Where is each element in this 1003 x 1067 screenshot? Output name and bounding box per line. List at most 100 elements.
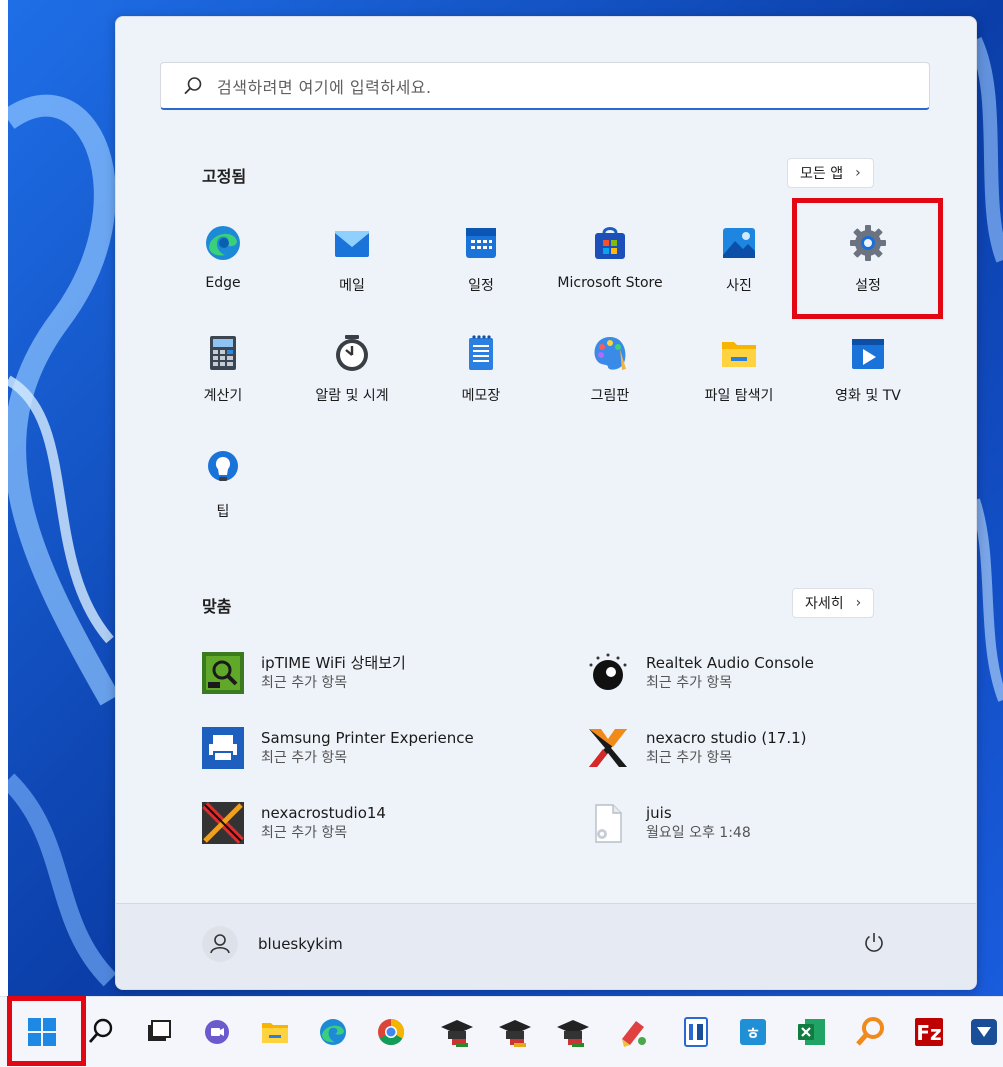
doc-app-icon[interactable]: [677, 1013, 715, 1051]
pinned-app-tips[interactable]: 팁: [159, 443, 287, 531]
chevron-right-icon: ›: [855, 165, 861, 181]
app-icon[interactable]: [965, 1013, 1003, 1051]
start-button-highlight-box: [7, 996, 86, 1066]
pinned-app-calculator[interactable]: 계산기: [159, 327, 287, 415]
recommended-item-sub: 월요일 오후 1:48: [646, 825, 751, 841]
paint-icon: [590, 333, 630, 373]
notepad-icon: [461, 333, 501, 373]
pinned-app-calendar[interactable]: 일정: [417, 217, 545, 305]
recommended-item-sub: 최근 추가 항목: [261, 750, 348, 766]
paint-tool-icon[interactable]: [614, 1013, 652, 1051]
recommended-item-name: nexacro studio (17.1): [646, 729, 807, 747]
tips-icon: [203, 449, 243, 489]
calendar-icon: [461, 223, 501, 263]
start-menu: 검색하려면 여기에 입력하세요. 고정됨 모든 앱 › Edge 메일 일정 M…: [115, 16, 977, 990]
svg-text:Fz: Fz: [916, 1021, 941, 1045]
user-name: blueskykim: [258, 935, 343, 953]
pinned-app-notepad[interactable]: 메모장: [417, 327, 545, 415]
start-footer: blueskykim: [116, 903, 976, 989]
app-label: 팁: [216, 504, 230, 520]
file-document-icon: [587, 802, 629, 844]
pinned-app-mail[interactable]: 메일: [288, 217, 416, 305]
printer-icon: [202, 727, 244, 769]
pinned-section-title: 고정됨: [202, 167, 247, 186]
pinned-app-edge[interactable]: Edge: [159, 217, 287, 305]
settings-highlight-box: [792, 198, 943, 319]
recommended-item-iptime[interactable]: ipTIME WiFi 상태보기 최근 추가 항목: [202, 649, 582, 697]
recommended-item-name: Samsung Printer Experience: [261, 729, 474, 747]
svg-text:ㅎ: ㅎ: [746, 1024, 761, 1043]
nexacro-icon: [587, 727, 629, 769]
recommended-item-sub: 최근 추가 항목: [261, 825, 348, 841]
graduation-app-icon[interactable]: [554, 1013, 592, 1051]
recommended-item-name: nexacrostudio14: [261, 804, 386, 822]
all-apps-label: 모든 앱: [800, 166, 844, 182]
recommended-item-sub: 최근 추가 항목: [646, 750, 733, 766]
app-label: 메일: [339, 278, 365, 294]
recommended-item-nexacrostudio14[interactable]: nexacrostudio14 최근 추가 항목: [202, 799, 582, 847]
user-icon: [210, 934, 230, 954]
edge-icon: [203, 223, 243, 263]
file-explorer-icon[interactable]: [256, 1013, 294, 1051]
chat-icon[interactable]: [198, 1013, 236, 1051]
recommended-item-sub: 최근 추가 항목: [646, 675, 733, 691]
movies-icon: [848, 333, 888, 373]
recommended-section-title: 맞춤: [202, 597, 232, 616]
recommended-item-realtek[interactable]: Realtek Audio Console 최근 추가 항목: [587, 649, 967, 697]
pinned-app-file-explorer[interactable]: 파일 탐색기: [675, 327, 803, 415]
pinned-app-paint[interactable]: 그림판: [546, 327, 674, 415]
app-label: Edge: [205, 275, 241, 291]
user-account-button[interactable]: blueskykim: [202, 926, 343, 962]
calculator-icon: [203, 333, 243, 373]
folder-icon: [719, 333, 759, 373]
app-label: 사진: [726, 278, 752, 294]
photos-icon: [719, 223, 759, 263]
excel-icon[interactable]: [793, 1013, 831, 1051]
search-placeholder: 검색하려면 여기에 입력하세요.: [217, 77, 432, 97]
iptime-icon: [202, 652, 244, 694]
nexacro-studio-icon: [202, 802, 244, 844]
recommended-item-juis[interactable]: juis 월요일 오후 1:48: [587, 799, 967, 847]
screen-edge: [0, 0, 8, 1066]
store-icon: [590, 223, 630, 263]
pinned-app-movies-tv[interactable]: 영화 및 TV: [804, 327, 932, 415]
recommended-item-name: ipTIME WiFi 상태보기: [261, 654, 406, 672]
app-label: 계산기: [203, 388, 243, 404]
more-button[interactable]: 자세히 ›: [792, 588, 875, 618]
app-label: 메모장: [461, 388, 501, 404]
recommended-item-nexacro-17[interactable]: nexacro studio (17.1) 최근 추가 항목: [587, 724, 967, 772]
taskbar: ㅎ Fz: [0, 996, 1003, 1067]
recommended-item-sub: 최근 추가 항목: [261, 675, 348, 691]
recommended-item-name: juis: [646, 804, 672, 822]
recommended-item-name: Realtek Audio Console: [646, 654, 814, 672]
edge-icon[interactable]: [314, 1013, 352, 1051]
clock-icon: [332, 333, 372, 373]
pinned-app-alarms-clock[interactable]: 알람 및 시계: [288, 327, 416, 415]
pinned-app-photos[interactable]: 사진: [675, 217, 803, 305]
filezilla-icon[interactable]: Fz: [910, 1013, 948, 1051]
recommended-item-samsung-printer[interactable]: Samsung Printer Experience 최근 추가 항목: [202, 724, 582, 772]
app-label: 그림판: [590, 388, 630, 404]
pinned-app-store[interactable]: Microsoft Store: [546, 217, 674, 305]
power-icon[interactable]: [862, 930, 886, 954]
task-view-icon[interactable]: [140, 1013, 178, 1051]
search-icon[interactable]: [82, 1013, 120, 1051]
mail-icon: [332, 223, 372, 263]
audio-console-icon: [587, 652, 629, 694]
app-label: 파일 탐색기: [704, 388, 774, 404]
graduation-app-icon[interactable]: [438, 1013, 476, 1051]
all-apps-button[interactable]: 모든 앱 ›: [787, 158, 874, 188]
graduation-app-icon[interactable]: [496, 1013, 534, 1051]
hancom-icon[interactable]: ㅎ: [734, 1013, 772, 1051]
chevron-right-icon: ›: [855, 595, 862, 611]
avatar: [202, 926, 238, 962]
search-box[interactable]: 검색하려면 여기에 입력하세요.: [160, 62, 930, 110]
app-label: 일정: [468, 278, 494, 294]
search-icon: [184, 76, 202, 94]
chrome-icon[interactable]: [372, 1013, 410, 1051]
more-label: 자세히: [805, 596, 844, 612]
app-label: Microsoft Store: [557, 275, 663, 291]
app-label: 알람 및 시계: [315, 388, 389, 404]
app-label: 영화 및 TV: [835, 388, 901, 404]
search-magnifier-app-icon[interactable]: [852, 1013, 890, 1051]
